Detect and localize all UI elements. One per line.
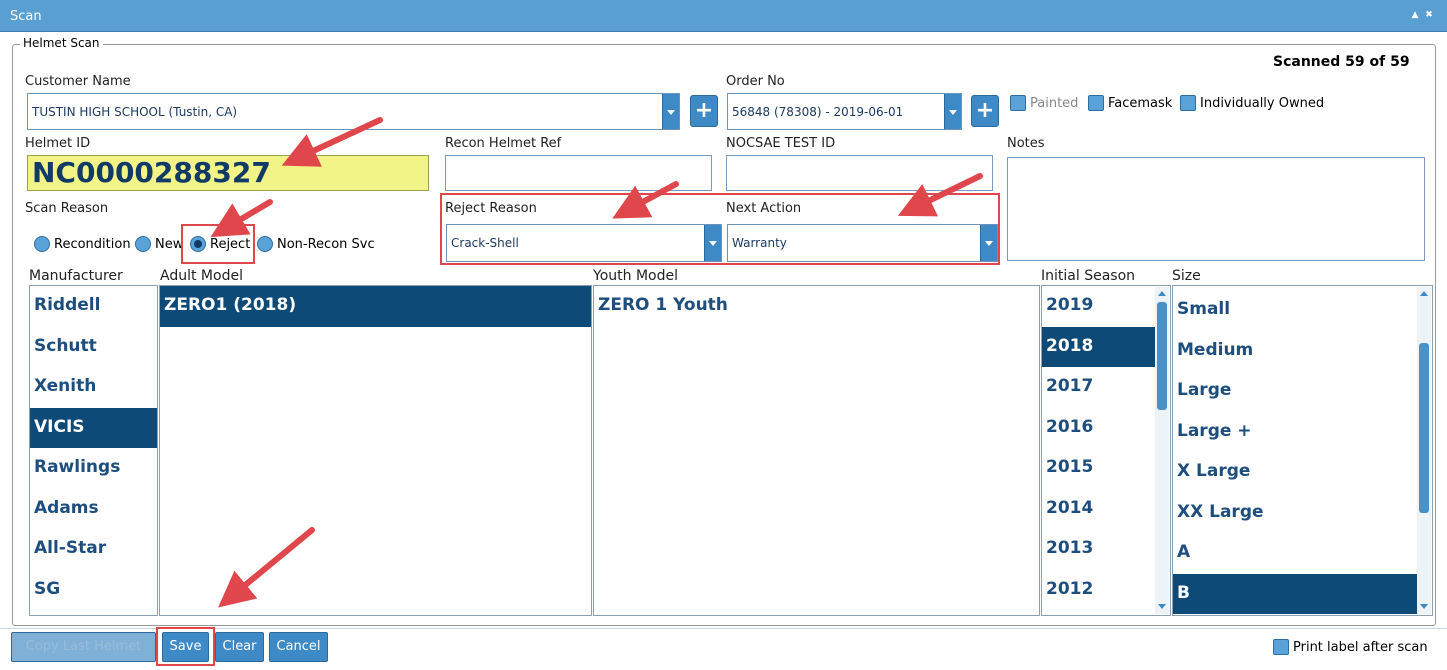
notes-label: Notes xyxy=(1007,136,1045,151)
recon-helmet-ref-input[interactable] xyxy=(445,155,712,191)
manufacturer-item[interactable]: Xenith xyxy=(30,367,157,408)
checkbox-icon xyxy=(1010,95,1026,111)
season-item[interactable]: 2013 xyxy=(1042,529,1156,570)
recon-helmet-ref-label: Recon Helmet Ref xyxy=(445,136,562,151)
copy-last-helmet-button[interactable]: Copy Last Helmet xyxy=(11,632,156,662)
painted-checkbox[interactable]: Painted xyxy=(1010,95,1078,111)
order-no-combo[interactable]: 56848 (78308) - 2019-06-01 xyxy=(727,93,962,130)
print-label-text: Print label after scan xyxy=(1293,639,1428,655)
radio-recondition-label: Recondition xyxy=(54,236,131,252)
radio-icon xyxy=(34,236,50,252)
radio-new-label: New xyxy=(155,236,184,252)
scroll-down-icon[interactable] xyxy=(1155,600,1169,614)
scroll-down-icon[interactable] xyxy=(1417,600,1431,614)
painted-label: Painted xyxy=(1030,95,1079,111)
facemask-label: Facemask xyxy=(1108,95,1173,111)
size-item[interactable]: XX Large xyxy=(1173,493,1418,534)
adult-model-item[interactable]: ZERO1 (2018) xyxy=(160,286,591,327)
checkbox-icon xyxy=(1273,639,1289,655)
customer-name-combo[interactable]: TUSTIN HIGH SCHOOL (Tustin, CA) xyxy=(27,93,680,130)
individually-owned-checkbox[interactable]: Individually Owned xyxy=(1180,95,1324,111)
nocsae-test-id-input[interactable] xyxy=(726,155,993,191)
notes-textarea[interactable] xyxy=(1007,157,1425,261)
adult-model-list: ZERO1 (2018) xyxy=(159,285,592,616)
manufacturer-item[interactable]: SG xyxy=(30,570,157,611)
cancel-button[interactable]: Cancel xyxy=(269,632,328,662)
season-item[interactable]: 2019 xyxy=(1042,286,1156,327)
size-item[interactable]: B xyxy=(1173,573,1418,614)
close-icon[interactable]: ✖ xyxy=(1423,10,1435,20)
youth-model-item[interactable]: ZERO 1 Youth xyxy=(594,286,1039,327)
size-scrollbar[interactable] xyxy=(1417,287,1431,614)
checkbox-icon xyxy=(1180,95,1196,111)
chevron-down-icon[interactable] xyxy=(662,94,679,129)
size-item[interactable]: Large xyxy=(1173,371,1418,412)
checkbox-icon xyxy=(1088,95,1104,111)
helmet-id-input[interactable]: NC0000288327 xyxy=(27,155,429,191)
radio-non-recon-svc[interactable]: Non-Recon Svc xyxy=(257,236,375,252)
add-customer-button[interactable]: + xyxy=(690,95,718,127)
chevron-down-icon[interactable] xyxy=(944,94,961,129)
add-order-button[interactable]: + xyxy=(971,95,999,127)
size-list: Small Medium Large Large + X Large XX Large A B xyxy=(1172,285,1433,616)
customer-name-value: TUSTIN HIGH SCHOOL (Tustin, CA) xyxy=(32,104,238,119)
season-item[interactable]: 2016 xyxy=(1042,408,1156,449)
season-scrollbar[interactable] xyxy=(1155,287,1169,614)
radio-non-recon-svc-label: Non-Recon Svc xyxy=(277,236,375,252)
size-item[interactable]: A xyxy=(1173,533,1418,574)
size-header: Size xyxy=(1172,268,1201,284)
order-no-value: 56848 (78308) - 2019-06-01 xyxy=(732,104,904,119)
size-item[interactable]: Medium xyxy=(1173,331,1418,372)
manufacturer-item[interactable]: Adams xyxy=(30,489,157,530)
youth-model-header: Youth Model xyxy=(593,268,678,284)
radio-new[interactable]: New xyxy=(135,236,183,252)
manufacturer-item[interactable]: VICIS xyxy=(30,407,157,448)
scroll-up-icon[interactable] xyxy=(1155,287,1169,301)
clear-button[interactable]: Clear xyxy=(215,632,264,662)
size-item[interactable]: X Large xyxy=(1173,452,1418,493)
scan-reason-label: Scan Reason xyxy=(25,201,109,216)
youth-model-list: ZERO 1 Youth xyxy=(593,285,1040,616)
order-no-label: Order No xyxy=(726,74,785,89)
season-item[interactable]: 2014 xyxy=(1042,489,1156,530)
season-item[interactable]: 2015 xyxy=(1042,448,1156,489)
minimize-icon[interactable]: ▲ xyxy=(1409,10,1421,20)
customer-name-label: Customer Name xyxy=(25,74,131,89)
helmet-scan-legend: Helmet Scan xyxy=(20,36,103,50)
scroll-thumb[interactable] xyxy=(1419,343,1429,513)
radio-icon xyxy=(135,236,151,252)
footer-divider xyxy=(0,628,1447,629)
manufacturer-item[interactable]: All-Star xyxy=(30,529,157,570)
save-annotation-box xyxy=(156,627,215,666)
radio-recondition[interactable]: Recondition xyxy=(34,236,131,252)
scanned-count: Scanned 59 of 59 xyxy=(1273,54,1410,70)
scroll-thumb[interactable] xyxy=(1157,302,1167,410)
season-item[interactable]: 2012 xyxy=(1042,570,1156,611)
nocsae-test-id-label: NOCSAE TEST ID xyxy=(726,136,836,151)
window-title: Scan xyxy=(10,9,42,24)
manufacturer-item[interactable]: Schutt xyxy=(30,327,157,368)
facemask-checkbox[interactable]: Facemask xyxy=(1088,95,1172,111)
manufacturer-item[interactable]: Riddell xyxy=(30,286,157,327)
radio-icon xyxy=(257,236,273,252)
print-label-checkbox[interactable]: Print label after scan xyxy=(1273,639,1428,655)
reject-action-annotation-box xyxy=(440,193,1000,265)
manufacturer-item[interactable]: Rawlings xyxy=(30,448,157,489)
scroll-up-icon[interactable] xyxy=(1417,287,1431,301)
helmet-id-label: Helmet ID xyxy=(25,136,91,151)
manufacturer-header: Manufacturer xyxy=(29,268,123,284)
size-item[interactable]: Large + xyxy=(1173,412,1418,453)
manufacturer-list: Riddell Schutt Xenith VICIS Rawlings Adams All… xyxy=(29,285,158,616)
season-item[interactable]: 2017 xyxy=(1042,367,1156,408)
reject-annotation-box xyxy=(181,224,255,264)
individually-owned-label: Individually Owned xyxy=(1200,95,1325,111)
initial-season-header: Initial Season xyxy=(1041,268,1136,284)
window-titlebar: Scan ▲ ✖ xyxy=(0,0,1447,32)
season-item[interactable]: 2018 xyxy=(1042,326,1156,367)
adult-model-header: Adult Model xyxy=(160,268,243,284)
size-item[interactable]: Small xyxy=(1173,290,1418,331)
initial-season-list: 2019 2018 2017 2016 2015 2014 2013 2012 xyxy=(1041,285,1171,616)
